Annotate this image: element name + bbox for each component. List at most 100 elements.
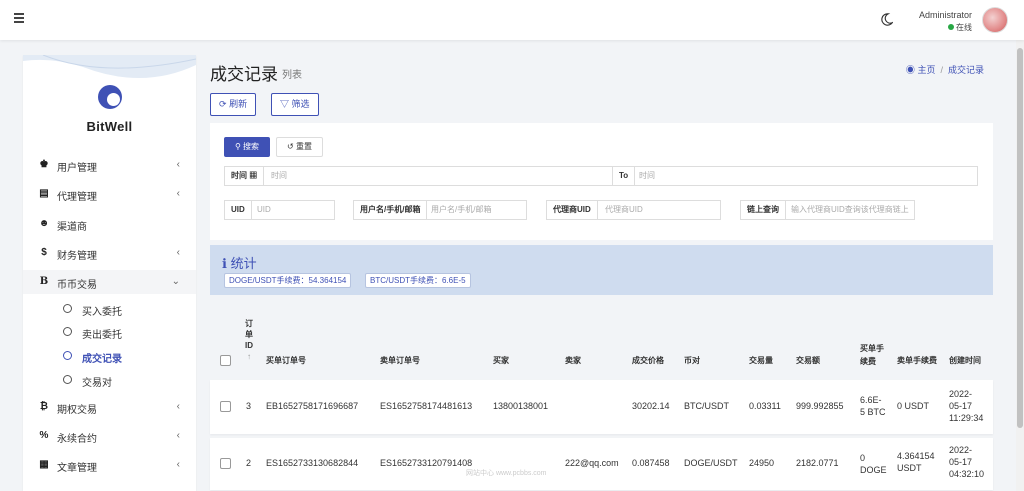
chevron-left-icon: ‹ [176,247,180,258]
uid-input[interactable]: UID [257,201,271,219]
chain-query-label: 链上查询 [741,201,786,219]
user-input[interactable]: 用户名/手机/邮箱 [431,201,491,219]
row-checkbox[interactable] [220,458,231,469]
top-bar: Administrator 在线 [0,0,1024,40]
page-subtitle: 列表 [282,70,302,81]
brand-logo [98,85,122,109]
sidebar-item-label: 代理管理 [57,192,97,203]
sidebar-item-label: 渠道商 [57,222,87,233]
doge-fee-badge: DOGE/USDT手续费：54.364154 [224,273,352,288]
filter-icon: ▽ [280,99,290,109]
sidebar-item-label: 财务管理 [57,251,97,262]
cell-id: 3 [246,401,252,411]
btc-fee-badge: BTC/USDT手续费：6.6E-5 [365,273,471,288]
sidebar-item-label: 期权交易 [57,405,97,416]
user-field: 用户名/手机/邮箱 用户名/手机/邮箱 [353,200,527,220]
sidebar-subitem-trade-records[interactable]: 成交记录 [23,345,196,367]
refresh-icon: ⟳ [219,99,227,109]
sidebar-item-channels[interactable]: ☻ 渠道商 [23,212,196,236]
breadcrumb: ◉ 主页 / 成交记录 [906,63,984,76]
status-label: 在线 [956,23,972,32]
sidebar-subitem-pairs[interactable]: 交易对 [23,369,196,391]
reset-button[interactable]: ↺ 重置 [276,137,323,157]
user-group-icon: ♚ [39,159,49,170]
sidebar-subitem-label: 成交记录 [82,354,122,365]
breadcrumb-separator: / [940,65,943,75]
avatar[interactable] [982,7,1008,33]
chain-query-field: 链上查询 输入代理商UID查询该代理商链上 [740,200,915,220]
circle-icon [63,351,72,360]
breadcrumb-current[interactable]: 成交记录 [948,65,984,75]
header-sell-order: 卖单订单号 [380,356,420,365]
page-scrollbar[interactable] [1016,40,1024,491]
cell-price: 0.087458 [632,458,670,468]
cell-sell-fee: 0 USDT [897,401,930,411]
circle-icon [63,304,72,313]
cell-id: 2 [246,458,252,468]
dashboard-icon: ◉ [905,65,915,75]
admin-name[interactable]: Administrator [919,10,972,20]
cell-sell-order: ES1652758174481613 [380,401,473,411]
scrollbar-thumb[interactable] [1017,48,1023,428]
cell-sell-order: ES1652733120791408 [380,458,473,468]
agent-uid-label: 代理商UID [547,201,598,219]
trade-table: 订 单 ID ↑ 买单订单号 卖单订单号 买家 卖家 成交价格 币对 交易量 交… [210,302,993,491]
chain-query-input[interactable]: 输入代理商UID查询该代理商链上 [791,201,909,219]
search-button[interactable]: ⚲ 搜索 [224,137,270,157]
header-buyer: 买家 [493,356,509,365]
sort-up-icon: ↑ [247,352,251,361]
time-range-field: 时间 ▦ 时间 To 时间 [224,166,978,186]
time-start-input[interactable]: 时间 [271,167,287,185]
chevron-down-icon: ⌄ [171,276,180,287]
time-end-input[interactable]: 时间 [639,167,655,185]
stats-title: ℹ 统计 [222,256,257,271]
header-id[interactable]: 订 单 ID ↑ [245,318,253,362]
sidebar-item-users[interactable]: ♚ 用户管理 ‹ [23,153,196,177]
chevron-left-icon: ‹ [176,401,180,412]
sidebar-subitem-buy-orders[interactable]: 买入委托 [23,298,196,320]
cell-buy-order: EB1652758171696687 [266,401,359,411]
hamburger-icon[interactable] [14,13,24,23]
to-label: To [612,167,636,185]
header-created: 创建时间 [949,356,981,365]
filter-label: 筛选 [291,99,310,109]
sidebar-item-perpetual[interactable]: % 永续合约 ‹ [23,424,196,448]
cell-buy-fee: 0 DOGE [860,453,887,475]
row-checkbox[interactable] [220,401,231,412]
watermark: 网站中心 www.pcbbs.com [466,470,547,477]
header-pair: 币对 [684,356,700,365]
agent-uid-input[interactable]: 代理商UID [605,201,643,219]
sidebar-item-agents[interactable]: ▤ 代理管理 ‹ [23,182,196,206]
chevron-left-icon: ‹ [176,159,180,170]
chevron-left-icon: ‹ [176,430,180,441]
sidebar-item-label: 永续合约 [57,434,97,445]
link-icon: % [39,430,49,441]
calendar-icon: ▦ [249,171,258,180]
moon-icon[interactable] [880,13,893,26]
refresh-button[interactable]: ⟳ 刷新 [210,93,257,116]
agent-uid-field: 代理商UID 代理商UID [546,200,721,220]
sidebar: BitWell ♚ 用户管理 ‹ ▤ 代理管理 ‹ ☻ 渠道商 $ 财务管理 ‹… [23,55,196,491]
breadcrumb-home[interactable]: 主页 [917,65,935,75]
cell-pair: DOGE/USDT [684,458,738,468]
id-card-icon: ▤ [39,188,49,199]
sidebar-item-articles[interactable]: ▦ 文章管理 ‹ [23,453,196,477]
header-price: 成交价格 [632,356,664,365]
select-all-checkbox[interactable] [220,355,231,366]
circle-icon [63,327,72,336]
cell-amount: 0.03311 [749,401,781,411]
header-sell-fee: 卖单手续费 [897,356,937,365]
newspaper-icon: ▦ [39,459,49,470]
cell-amount: 24950 [749,458,775,468]
sidebar-item-finance[interactable]: $ 财务管理 ‹ [23,241,196,265]
sidebar-item-options[interactable]: ₿ 期权交易 ‹ [23,395,196,419]
cell-created: 2022- 05-17 11:29:34 [949,389,984,423]
sidebar-subitem-label: 交易对 [82,378,112,389]
sidebar-subitem-label: 买入委托 [82,307,122,318]
sidebar-subitem-sell-orders[interactable]: 卖出委托 [23,321,196,343]
uid-label: UID [225,201,252,219]
online-status: 在线 [948,22,972,33]
filter-button[interactable]: ▽ 筛选 [271,93,319,116]
sidebar-item-spot-trading[interactable]: B 币币交易 ⌄ [23,270,196,294]
table-row: 2 ES1652733130682844 ES1652733120791408 … [210,438,993,490]
